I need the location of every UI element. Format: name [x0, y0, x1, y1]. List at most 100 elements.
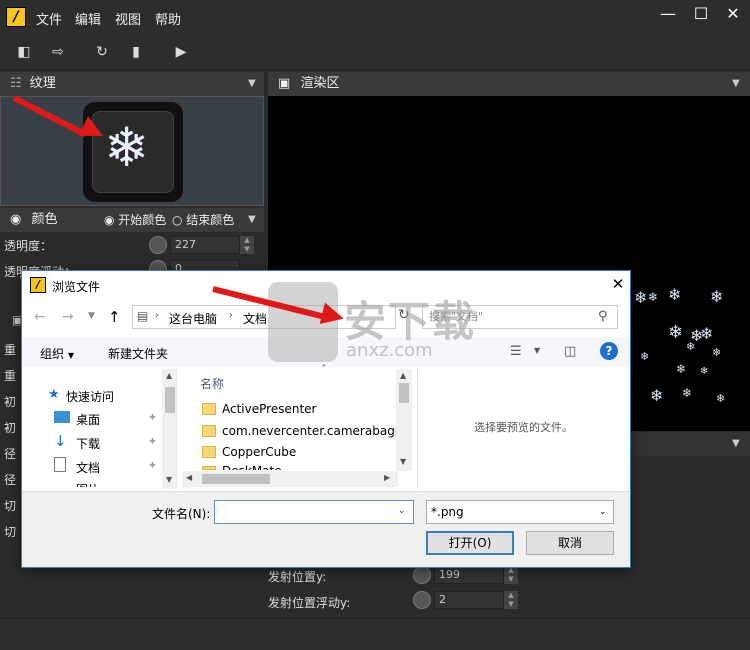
file-item[interactable]: DeskMate... [222, 464, 293, 470]
file-item[interactable]: ActivePresenter [222, 402, 316, 416]
scroll-down-icon[interactable]: ▼ [400, 457, 406, 466]
particle-snowflake-icon: ❄ [682, 386, 693, 400]
scroll-down-icon[interactable]: ▼ [166, 475, 172, 484]
hscroll-thumb[interactable] [202, 474, 270, 484]
computer-icon: ▤ [137, 309, 149, 323]
search-icon[interactable]: ⚲ [598, 309, 608, 324]
folder-icon [202, 403, 216, 415]
title-bar [0, 0, 750, 34]
preview-pane-icon[interactable]: ◫ [564, 344, 576, 359]
nav-downloads[interactable]: 下载 [76, 435, 100, 452]
palette-icon: ◉ [10, 212, 22, 227]
nav-pictures[interactable]: 图片 [76, 481, 100, 487]
nav-documents[interactable]: 文档 [76, 459, 100, 476]
file-scrollbar[interactable]: ▲ ▼ [396, 369, 412, 471]
particle-snowflake-icon: ❄ [634, 288, 648, 307]
organize-dropdown-icon: ▼ [67, 351, 74, 360]
frame-icon[interactable]: ▮ [125, 42, 147, 62]
folder-icon [202, 425, 216, 437]
scroll-thumb[interactable] [165, 387, 175, 413]
opacity-input[interactable]: 227 [170, 236, 240, 254]
particle-snowflake-icon: ❄ [700, 366, 709, 377]
filename-dropdown-icon[interactable]: ⌄ [398, 506, 406, 516]
particle-snowflake-icon: ❄ [710, 287, 724, 306]
emit-y-knob[interactable] [413, 566, 431, 584]
scroll-right-icon[interactable]: ▶ [384, 473, 390, 482]
nav-scrollbar[interactable]: ▲ ▼ [162, 369, 178, 489]
forward-arrow-icon[interactable]: → [62, 309, 74, 325]
filetype-value: *.png [431, 505, 464, 519]
scroll-up-icon[interactable]: ▲ [400, 371, 406, 380]
emit-y-float-stepper[interactable]: ▲ ▼ [504, 591, 518, 609]
pin-icon[interactable]: ✦ [148, 411, 157, 424]
emit-y-stepper[interactable]: ▲ ▼ [504, 566, 518, 584]
filename-input[interactable] [214, 500, 414, 524]
cancel-button[interactable]: 取消 [526, 531, 614, 555]
scroll-thumb[interactable] [399, 383, 409, 403]
pin-icon[interactable]: ✦ [148, 459, 157, 472]
partial-label: 初 [4, 421, 17, 435]
partial-label: 切 [4, 499, 17, 513]
star-icon: ★ [48, 387, 60, 402]
particle-snowflake-icon: ❄ [716, 392, 726, 405]
texture-dropdown-icon[interactable]: ▼ [248, 72, 256, 96]
organize-button[interactable]: 组织 ▼ [40, 345, 74, 362]
dialog-close-icon[interactable]: ✕ [608, 275, 628, 293]
export-icon[interactable]: ⇨ [47, 42, 69, 62]
snowflake-icon: ❄ [104, 116, 150, 179]
close-button[interactable]: ✕ [716, 2, 750, 28]
back-arrow-icon[interactable]: ← [34, 309, 46, 325]
emit-y-label: 发射位置y: [268, 570, 327, 584]
breadcrumb-separator: › [155, 310, 159, 321]
file-item[interactable]: CopperCube [222, 445, 296, 459]
opacity-stepper[interactable]: ▲ ▼ [240, 236, 254, 254]
opacity-knob[interactable] [149, 236, 167, 254]
dialog-logo: / [30, 277, 46, 293]
breadcrumb-documents[interactable]: 文档 [243, 310, 267, 327]
menu-view[interactable]: 视图 [115, 9, 141, 28]
lower-dropdown-icon[interactable]: ▼ [732, 432, 740, 456]
document-icon [54, 457, 66, 472]
new-folder-button[interactable]: 新建文件夹 [108, 345, 168, 362]
render-panel-title: 渲染区 [300, 76, 340, 91]
partial-label: 重 [4, 369, 17, 383]
particle-snowflake-icon: ❄ [712, 346, 722, 359]
scroll-up-icon[interactable]: ▲ [166, 371, 172, 380]
particle-snowflake-icon: ❄ [686, 340, 696, 353]
end-color-radio[interactable]: ○ 结束颜色 [172, 208, 234, 232]
menu-file[interactable]: 文件 [36, 9, 62, 28]
view-options-icon[interactable]: ☰ [510, 344, 522, 359]
play-icon[interactable]: ▶ [170, 42, 192, 62]
color-panel-title: 颜色 [31, 212, 58, 227]
menu-help[interactable]: 帮助 [155, 9, 181, 28]
minimize-button[interactable]: — [651, 2, 685, 28]
emit-y-float-input[interactable]: 2 [434, 591, 504, 609]
render-dropdown-icon[interactable]: ▼ [732, 72, 740, 96]
emit-y-input[interactable]: 199 [434, 566, 504, 584]
help-icon[interactable]: ? [600, 342, 618, 360]
menu-edit[interactable]: 编辑 [75, 9, 101, 28]
nav-quick-access[interactable]: 快速访问 [66, 388, 114, 405]
filetype-select[interactable]: *.png ⌄ [426, 500, 614, 524]
refresh-icon[interactable]: ↻ [91, 42, 113, 62]
view-dropdown-icon[interactable]: ▼ [534, 346, 540, 355]
up-arrow-icon[interactable]: ↑ [108, 308, 121, 326]
grip-icon: ☷ [10, 76, 22, 91]
emit-y-float-knob[interactable] [413, 591, 431, 609]
scroll-left-icon[interactable]: ◀ [186, 473, 192, 482]
pin-icon[interactable]: ✦ [148, 435, 157, 448]
recent-dropdown-icon[interactable]: ▼ [88, 311, 95, 321]
end-color-label: 结束颜色 [186, 213, 235, 227]
new-project-icon[interactable]: ◧ [13, 42, 35, 62]
file-item[interactable]: com.nevercenter.camerabagp [222, 424, 402, 438]
color-dropdown-icon[interactable]: ▼ [248, 208, 256, 232]
horizontal-scrollbar[interactable]: ◀ ▶ [182, 471, 398, 487]
breadcrumb-this-pc[interactable]: 这台电脑 [169, 310, 217, 327]
start-color-radio[interactable]: ◉ 开始颜色 [104, 208, 166, 232]
maximize-button[interactable]: ☐ [684, 2, 718, 28]
column-header-name[interactable]: 名称 [200, 375, 224, 392]
preview-pane: 选择要预览的文件。 [417, 369, 629, 489]
particle-snowflake-icon: ❄ [650, 386, 664, 405]
nav-desktop[interactable]: 桌面 [76, 411, 100, 428]
open-button[interactable]: 打开(O) [426, 531, 514, 555]
